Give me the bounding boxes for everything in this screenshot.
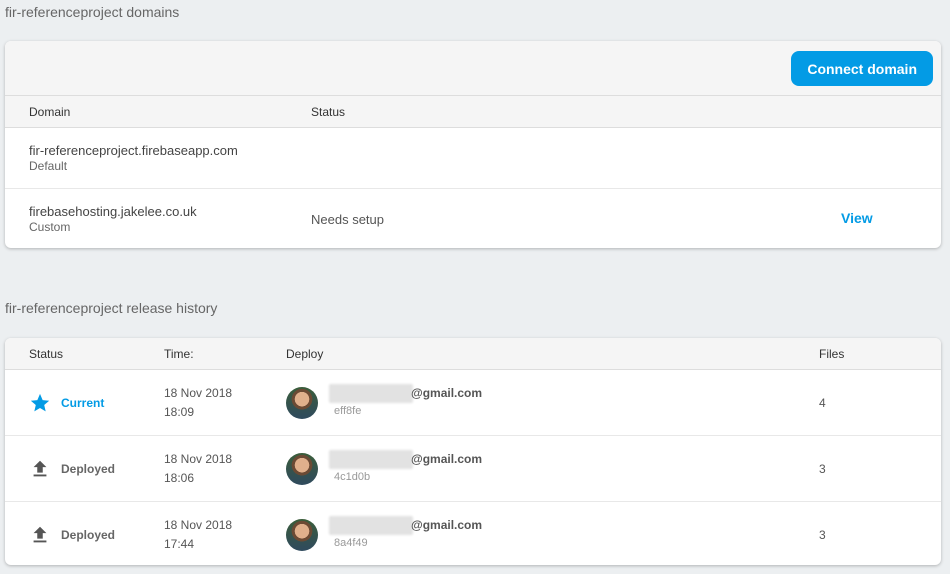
column-header-files: Files: [819, 347, 845, 361]
release-date: 18 Nov 2018: [164, 386, 233, 400]
releases-section-title: fir-referenceproject release history: [5, 300, 218, 316]
release-time: 18:09: [164, 405, 195, 419]
domains-section-title: fir-referenceproject domains: [5, 4, 180, 20]
upload-icon: [33, 526, 47, 543]
column-header-time: Time:: [164, 347, 194, 361]
release-status: Deployed: [61, 528, 116, 542]
release-date: 18 Nov 2018: [164, 452, 233, 466]
avatar: [286, 519, 318, 551]
release-time: 18:06: [164, 471, 195, 485]
domains-card: Connect domain Domain Status fir-referen…: [5, 41, 941, 248]
column-header-status: Status: [311, 105, 346, 119]
release-status: Deployed: [61, 462, 116, 476]
domain-status: Needs setup: [311, 212, 384, 227]
domains-toolbar: Connect domain: [5, 41, 941, 96]
connect-domain-button[interactable]: Connect domain: [791, 51, 933, 86]
domain-type: Default: [29, 159, 68, 173]
upload-icon: [33, 460, 47, 477]
redacted-email-prefix: [329, 450, 413, 469]
release-status: Current: [61, 396, 105, 410]
domain-name: firebasehosting.jakelee.co.uk: [29, 204, 197, 219]
column-header-deploy: Deploy: [286, 347, 324, 361]
deployer-email: @gmail.com: [411, 386, 483, 400]
redacted-email-prefix: [329, 516, 413, 535]
deploy-hash: 8a4f49: [334, 537, 368, 549]
avatar: [286, 453, 318, 485]
redacted-email-prefix: [329, 384, 413, 403]
release-date: 18 Nov 2018: [164, 518, 233, 532]
release-history-card: Status Time: Deploy Files Current 18 Nov…: [5, 338, 941, 565]
deploy-hash: eff8fe: [334, 405, 362, 417]
domain-row-custom: firebasehosting.jakelee.co.uk Custom Nee…: [5, 189, 941, 248]
column-header-domain: Domain: [29, 105, 71, 119]
release-time: 17:44: [164, 537, 195, 551]
file-count: 3: [819, 528, 826, 542]
domains-table-header: Domain Status: [5, 96, 941, 128]
column-header-status: Status: [29, 347, 64, 361]
release-row[interactable]: Current 18 Nov 2018 18:09 @gmail.com eff…: [5, 370, 941, 436]
file-count: 4: [819, 396, 826, 410]
domain-name: fir-referenceproject.firebaseapp.com: [29, 143, 238, 158]
releases-table-header: Status Time: Deploy Files: [5, 338, 941, 370]
domain-type: Custom: [29, 220, 71, 234]
deployer-email: @gmail.com: [411, 518, 483, 532]
release-row[interactable]: Deployed 18 Nov 2018 17:44 @gmail.com 8a…: [5, 502, 941, 565]
avatar: [286, 387, 318, 419]
domain-row-default: fir-referenceproject.firebaseapp.com Def…: [5, 128, 941, 189]
release-row[interactable]: Deployed 18 Nov 2018 18:06 @gmail.com 4c…: [5, 436, 941, 502]
deploy-hash: 4c1d0b: [334, 471, 371, 483]
deployer-email: @gmail.com: [411, 452, 483, 466]
view-domain-link[interactable]: View: [841, 210, 873, 226]
star-icon: [30, 393, 50, 412]
file-count: 3: [819, 462, 826, 476]
